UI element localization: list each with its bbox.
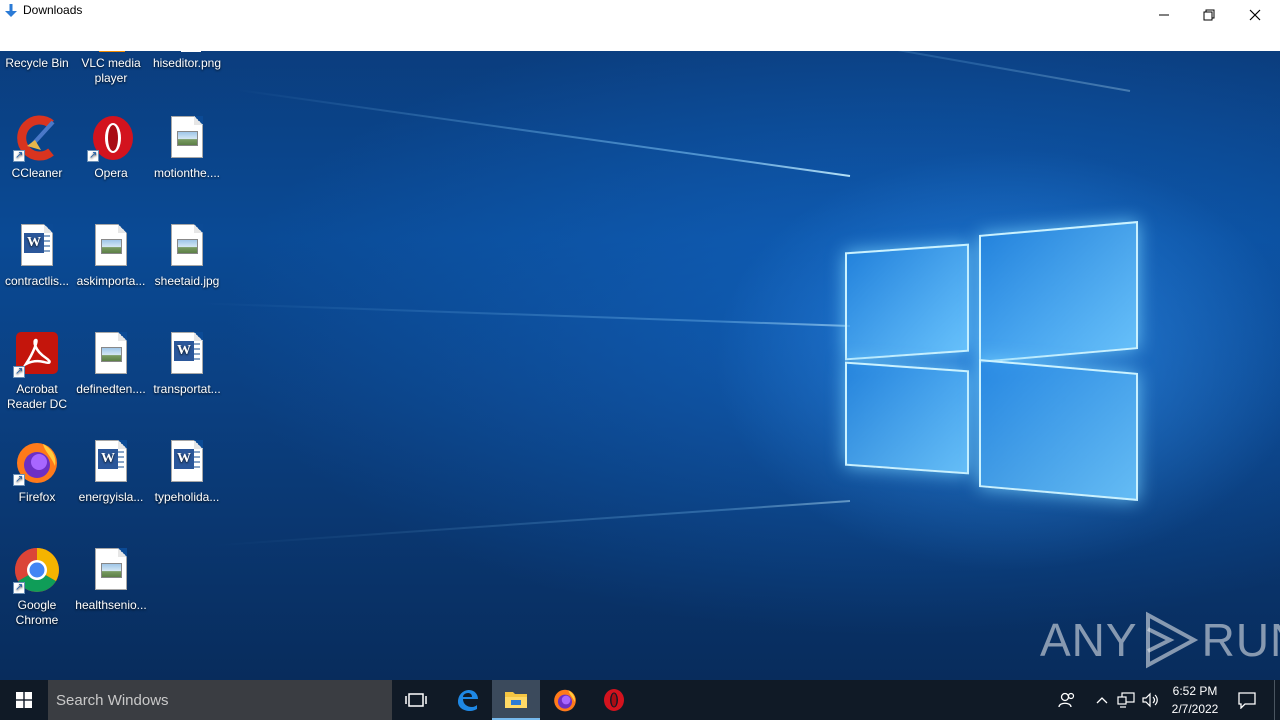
volume-icon [1142, 692, 1158, 708]
show-desktop-button[interactable] [1274, 680, 1280, 720]
taskbar-opera[interactable] [590, 680, 638, 720]
desktop-icon-label: Recycle Bin [5, 56, 69, 70]
restore-button[interactable] [1186, 0, 1232, 30]
volume-button[interactable] [1140, 680, 1162, 720]
desktop-icon-label: sheetaid.jpg [154, 274, 220, 288]
network-icon [1117, 692, 1135, 708]
desktop-icon-transportat[interactable]: W transportat... [150, 330, 224, 397]
firefox-icon [13, 438, 61, 487]
desktop-icon-label: hiseditor.png [152, 56, 222, 70]
desktop-icon-ccleaner[interactable]: CCleaner [0, 114, 74, 181]
image-file-icon [163, 114, 211, 162]
wallpaper-beam [235, 88, 851, 177]
anyrun-watermark: ANY RUN [1040, 610, 1280, 670]
image-file-icon [163, 222, 211, 270]
play-triangle-icon [1145, 611, 1198, 669]
search-input[interactable] [48, 680, 392, 720]
desktop-icon-opera[interactable]: Opera [74, 114, 148, 181]
desktop: Recycle Bin VLC media player hiseditor.p… [0, 0, 1280, 680]
watermark-left-text: ANY [1040, 614, 1138, 666]
desktop-icon-label: CCleaner [11, 166, 63, 180]
acrobat-icon [13, 330, 61, 379]
desktop-icon-label: healthsenio... [75, 598, 147, 612]
desktop-icon-label: transportat... [153, 382, 221, 396]
file-explorer-icon [505, 692, 527, 708]
task-view-icon [405, 693, 427, 707]
people-button[interactable] [1054, 680, 1080, 720]
desktop-icon-label: askimporta... [76, 274, 146, 288]
clock-time: 6:52 PM [1172, 684, 1218, 698]
action-center-button[interactable] [1232, 680, 1262, 720]
opera-icon [604, 689, 624, 711]
desktop-icon-label: Acrobat Reader DC [6, 382, 68, 411]
desktop-icon-label: typeholida... [154, 490, 220, 504]
people-icon [1058, 692, 1075, 708]
desktop-icon-chrome[interactable]: Google Chrome [0, 546, 74, 628]
firefox-icon [554, 689, 576, 712]
taskbar-edge[interactable] [443, 680, 491, 720]
image-file-icon [87, 546, 135, 594]
start-button[interactable] [0, 680, 48, 720]
word-doc-icon: W [163, 438, 211, 486]
desktop-icon-label: Firefox [18, 490, 56, 504]
word-doc-icon: W [13, 222, 61, 270]
windows-start-icon [16, 692, 32, 708]
desktop-icon-label: energyisla... [78, 490, 144, 504]
desktop-icon-askimporta[interactable]: askimporta... [74, 222, 148, 289]
taskbar-firefox[interactable] [541, 680, 589, 720]
image-file-icon [87, 222, 135, 270]
image-file-icon [87, 330, 135, 378]
close-icon [1249, 9, 1261, 21]
watermark-right-text: RUN [1201, 614, 1280, 666]
wallpaper-beam [211, 500, 851, 547]
desktop-icon-label: contractlis... [4, 274, 70, 288]
clock-date: 2/7/2022 [1171, 702, 1219, 716]
desktop-icon-label: VLC media player [81, 56, 141, 85]
show-hidden-icons-button[interactable] [1092, 680, 1112, 720]
network-button[interactable] [1114, 680, 1138, 720]
desktop-icon-healthsenio[interactable]: healthsenio... [74, 546, 148, 613]
minimize-button[interactable] [1141, 0, 1187, 30]
desktop-icon-label: Opera [94, 166, 128, 180]
desktop-icon-motionthe[interactable]: motionthe.... [150, 114, 224, 181]
taskbar-file-explorer[interactable] [492, 680, 540, 720]
download-arrow-icon [5, 4, 17, 17]
wallpaper-beam [200, 302, 851, 327]
windows-logo-pane [979, 221, 1138, 363]
edge-icon [458, 690, 478, 711]
desktop-icon-label: motionthe.... [153, 166, 221, 180]
opera-icon [87, 114, 135, 163]
desktop-icon-energyisla[interactable]: W energyisla... [74, 438, 148, 505]
windows-logo-pane [845, 361, 969, 475]
windows-logo-pane [845, 243, 969, 361]
desktop-icon-label: Google Chrome [15, 598, 59, 627]
desktop-icon-firefox[interactable]: Firefox [0, 438, 74, 505]
clock[interactable]: 6:52 PM 2/7/2022 [1164, 680, 1226, 720]
word-doc-icon: W [87, 438, 135, 486]
minimize-icon [1159, 14, 1169, 16]
ccleaner-icon [13, 114, 61, 163]
taskbar: 6:52 PM 2/7/2022 [0, 680, 1280, 720]
desktop-icon-typeholida[interactable]: W typeholida... [150, 438, 224, 505]
search-box[interactable] [48, 680, 392, 720]
window-titlebar[interactable]: Downloads [0, 0, 1280, 51]
desktop-icon-sheetaid[interactable]: sheetaid.jpg [150, 222, 224, 289]
window-title: Downloads [23, 3, 83, 17]
desktop-icon-label: definedten.... [76, 382, 146, 396]
task-view-button[interactable] [392, 680, 440, 720]
desktop-icon-definedten[interactable]: definedten.... [74, 330, 148, 397]
chrome-icon [13, 546, 61, 595]
restore-icon [1203, 9, 1215, 21]
notification-icon [1238, 692, 1256, 709]
windows-logo-pane [979, 359, 1138, 501]
chevron-up-icon [1096, 697, 1108, 704]
close-button[interactable] [1232, 0, 1278, 30]
desktop-icon-contractlis[interactable]: W contractlis... [0, 222, 74, 289]
desktop-icon-acrobat[interactable]: Acrobat Reader DC [0, 330, 74, 412]
word-doc-icon: W [163, 330, 211, 378]
